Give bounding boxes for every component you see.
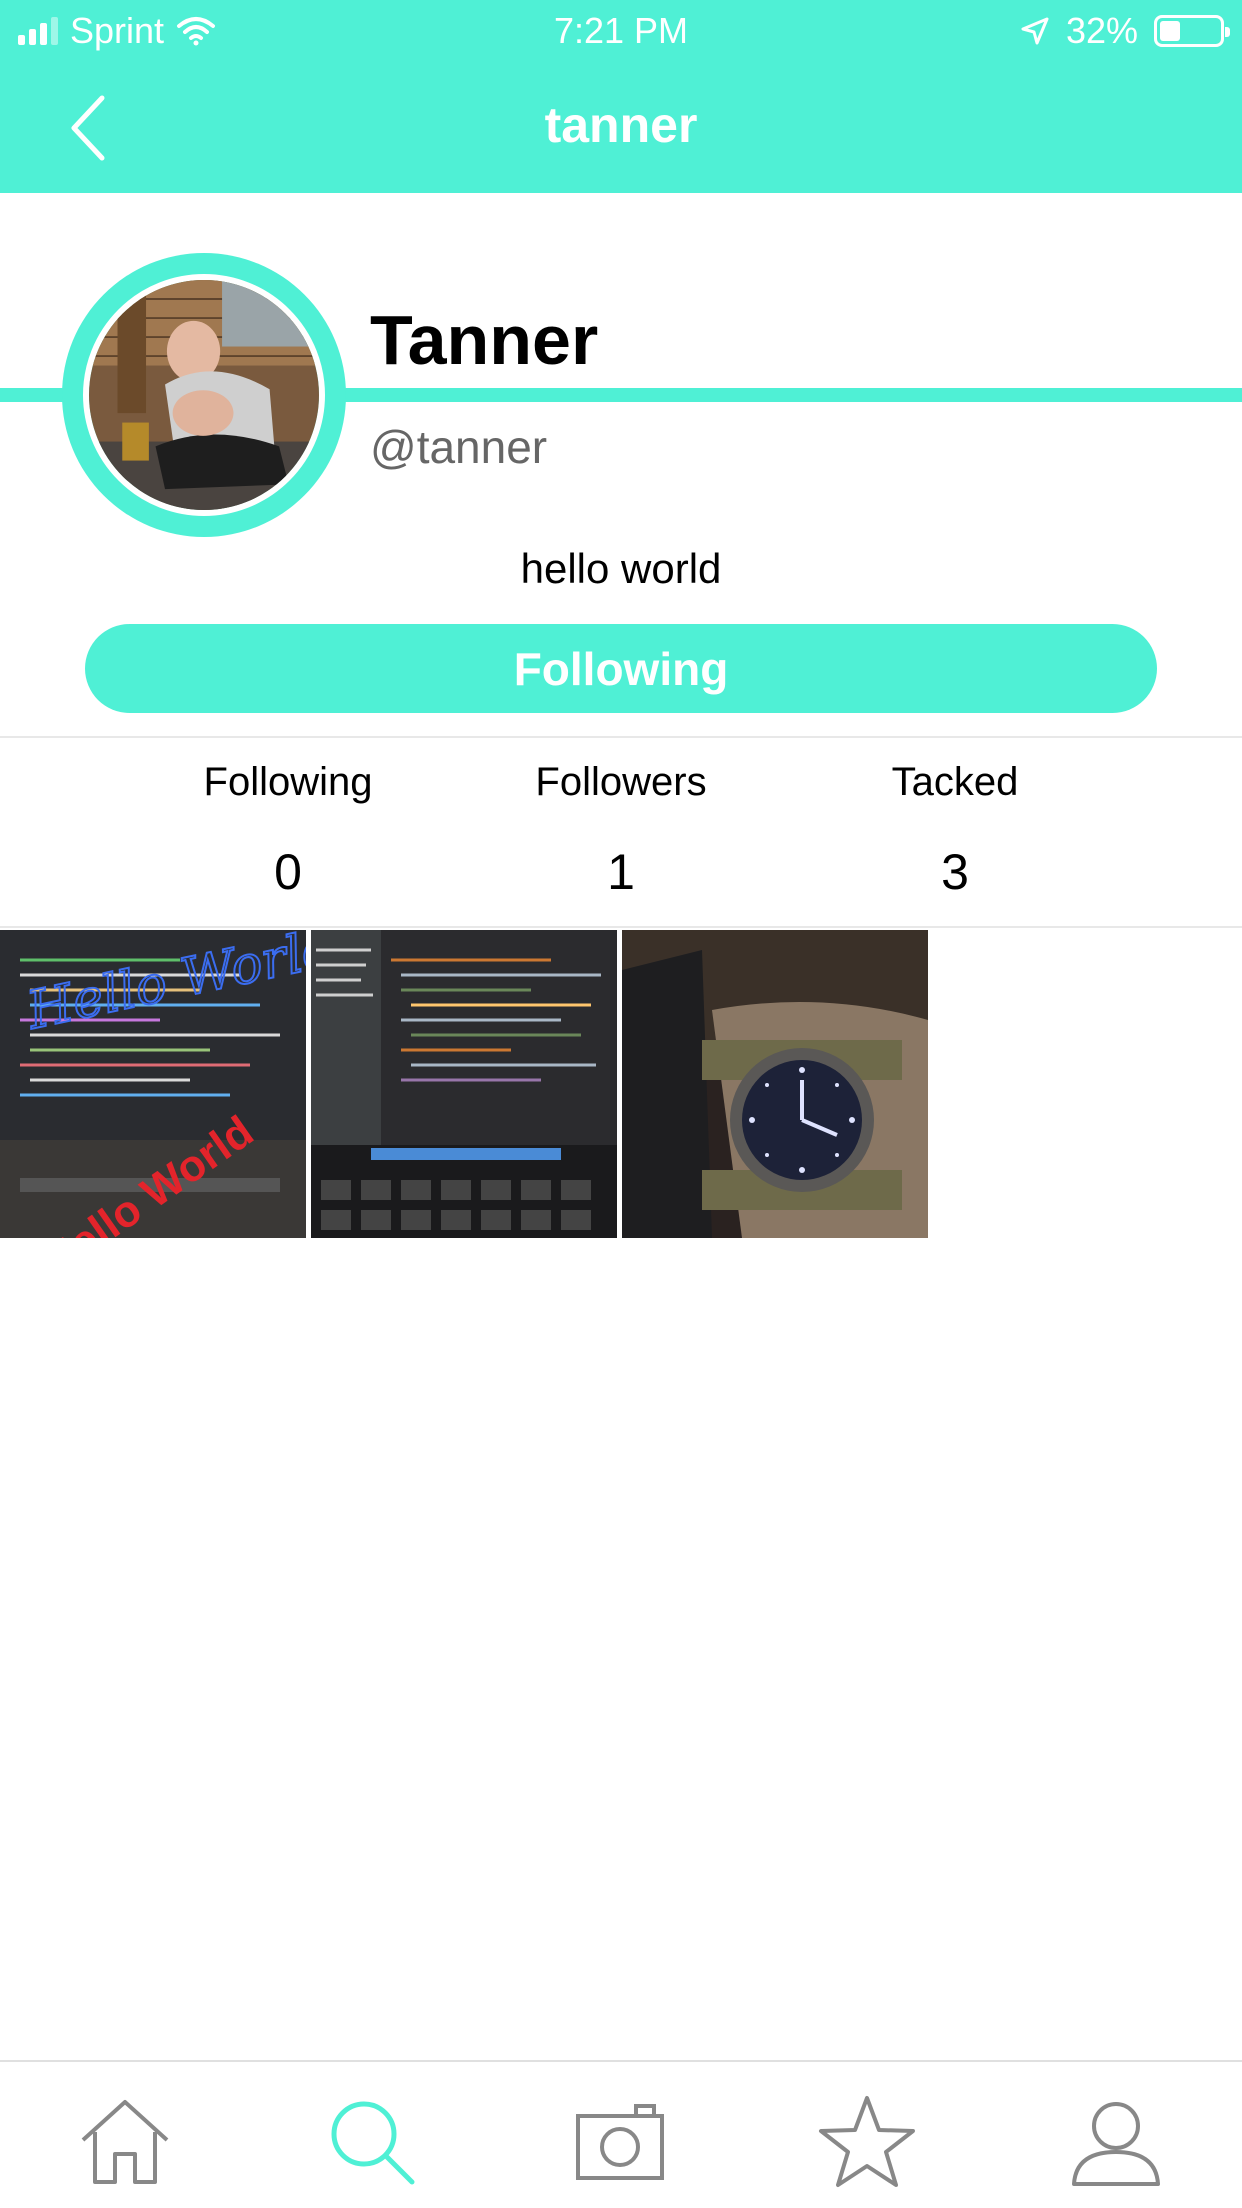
tab-star[interactable] xyxy=(817,2092,917,2192)
camera-icon xyxy=(576,2104,664,2180)
divider-bottom xyxy=(0,926,1242,928)
post-thumbnail[interactable] xyxy=(311,930,617,1238)
bio: hello world xyxy=(520,545,722,592)
status-bar: Sprint 7:21 PM 32% xyxy=(0,0,1242,64)
stat-value: 0 xyxy=(274,844,302,900)
divider-top xyxy=(0,736,1242,738)
profile-screen: Sprint 7:21 PM 32% tanner Tanner @tanner… xyxy=(0,0,1242,2208)
tab-bar xyxy=(0,2060,1242,2208)
home-icon xyxy=(81,2100,169,2184)
status-right: 32% xyxy=(1020,10,1230,52)
stat-value: 3 xyxy=(941,844,969,900)
stat-tacked[interactable]: Tacked 3 xyxy=(785,760,1125,901)
post-thumbnail[interactable] xyxy=(622,930,928,1238)
display-name: Tanner xyxy=(370,301,599,379)
tab-search[interactable] xyxy=(322,2092,422,2192)
tab-camera[interactable] xyxy=(570,2092,670,2192)
battery-icon xyxy=(1154,15,1230,47)
post-thumbnail[interactable]: Hello World! Hello World xyxy=(0,930,306,1238)
person-icon xyxy=(1072,2102,1160,2186)
location-arrow-icon xyxy=(1021,17,1049,45)
stat-value: 1 xyxy=(607,844,635,900)
post-image-code-editor xyxy=(311,930,617,1238)
stat-label: Following xyxy=(203,760,373,804)
post-image-wristwatch xyxy=(622,930,928,1238)
post-image-code-hello-world: Hello World! Hello World xyxy=(0,930,306,1238)
nav-title: tanner xyxy=(544,97,698,153)
tab-home[interactable] xyxy=(75,2092,175,2192)
following-button[interactable]: Following xyxy=(85,624,1157,713)
tab-profile[interactable] xyxy=(1066,2092,1166,2192)
battery-percent: 32% xyxy=(1065,10,1138,51)
star-icon xyxy=(819,2096,915,2187)
nav-header: Sprint 7:21 PM 32% tanner xyxy=(0,0,1242,193)
stat-following[interactable]: Following 0 xyxy=(118,760,458,901)
avatar[interactable] xyxy=(83,274,325,516)
stat-followers[interactable]: Followers 1 xyxy=(451,760,791,901)
stat-label: Tacked xyxy=(891,760,1019,804)
handle: @tanner xyxy=(370,421,548,473)
search-icon xyxy=(331,2101,415,2185)
stat-label: Followers xyxy=(535,760,707,804)
avatar-photo xyxy=(89,280,319,510)
